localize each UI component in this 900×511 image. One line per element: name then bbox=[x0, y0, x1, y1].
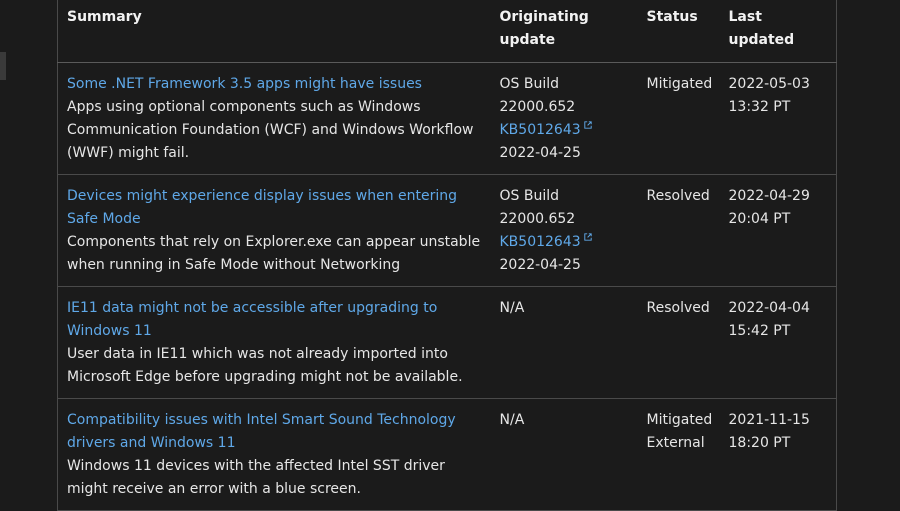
kb-number: KB5012643 bbox=[499, 122, 581, 138]
os-build: OS Build 22000.652 bbox=[499, 76, 576, 115]
updated-date: 2021-11-15 bbox=[728, 412, 810, 428]
external-link-icon bbox=[583, 121, 592, 129]
table-header-row: Summary Originating update Status Last u… bbox=[57, 0, 837, 63]
external-link-icon bbox=[583, 233, 592, 241]
summary-cell: Devices might experience display issues … bbox=[57, 174, 491, 287]
os-build: N/A bbox=[499, 300, 525, 316]
updated-time: 20:04 PT bbox=[728, 211, 791, 227]
issue-title-link[interactable]: Some .NET Framework 3.5 apps might have … bbox=[67, 73, 487, 96]
release-date: 2022-04-25 bbox=[499, 145, 581, 161]
updated-time: 18:20 PT bbox=[728, 435, 791, 451]
last-updated-cell: 2022-04-04 15:42 PT bbox=[719, 286, 837, 399]
status-cell: Resolved bbox=[637, 174, 720, 287]
known-issues-table-container: Summary Originating update Status Last u… bbox=[57, 0, 837, 511]
issue-description: Windows 11 devices with the affected Int… bbox=[67, 458, 445, 497]
kb-number: KB5012643 bbox=[499, 234, 581, 250]
kb-link[interactable]: KB5012643 bbox=[499, 121, 592, 138]
kb-link[interactable]: KB5012643 bbox=[499, 233, 592, 250]
updated-time: 13:32 PT bbox=[728, 99, 791, 115]
header-status: Status bbox=[637, 0, 720, 63]
side-panel-tab[interactable] bbox=[0, 52, 6, 80]
issue-description: Components that rely on Explorer.exe can… bbox=[67, 234, 481, 273]
issue-title-link[interactable]: Devices might experience display issues … bbox=[67, 185, 487, 231]
last-updated-cell: 2021-11-15 18:20 PT bbox=[719, 398, 837, 511]
os-build: OS Build 22000.652 bbox=[499, 188, 576, 227]
issue-description: User data in IE11 which was not already … bbox=[67, 346, 463, 385]
originating-update-cell: N/A bbox=[490, 398, 638, 511]
last-updated-cell: 2022-05-03 13:32 PT bbox=[719, 62, 837, 175]
status-cell: Mitigated bbox=[637, 62, 720, 175]
release-date: 2022-04-25 bbox=[499, 257, 581, 273]
table-row: IE11 data might not be accessible after … bbox=[57, 286, 837, 399]
summary-cell: IE11 data might not be accessible after … bbox=[57, 286, 491, 399]
header-last-updated: Last updated bbox=[719, 0, 837, 63]
issue-description: Apps using optional components such as W… bbox=[67, 99, 474, 161]
originating-update-cell: OS Build 22000.652 KB5012643 2022-04-25 bbox=[490, 62, 638, 175]
status-cell: Resolved bbox=[637, 286, 720, 399]
updated-date: 2022-04-29 bbox=[728, 188, 810, 204]
os-build: N/A bbox=[499, 412, 525, 428]
updated-date: 2022-04-04 bbox=[728, 300, 810, 316]
updated-time: 15:42 PT bbox=[728, 323, 791, 339]
table-row: Devices might experience display issues … bbox=[57, 174, 837, 287]
header-summary: Summary bbox=[57, 0, 491, 63]
updated-date: 2022-05-03 bbox=[728, 76, 810, 92]
originating-update-cell: N/A bbox=[490, 286, 638, 399]
summary-cell: Some .NET Framework 3.5 apps might have … bbox=[57, 62, 491, 175]
header-originating-update: Originating update bbox=[490, 0, 638, 63]
originating-update-cell: OS Build 22000.652 KB5012643 2022-04-25 bbox=[490, 174, 638, 287]
issue-title-link[interactable]: IE11 data might not be accessible after … bbox=[67, 297, 487, 343]
known-issues-table: Summary Originating update Status Last u… bbox=[57, 0, 837, 511]
summary-cell: Compatibility issues with Intel Smart So… bbox=[57, 398, 491, 511]
status-cell: Mitigated External bbox=[637, 398, 720, 511]
issue-title-link[interactable]: Compatibility issues with Intel Smart So… bbox=[67, 409, 487, 455]
last-updated-cell: 2022-04-29 20:04 PT bbox=[719, 174, 837, 287]
table-row: Some .NET Framework 3.5 apps might have … bbox=[57, 62, 837, 175]
table-row: Compatibility issues with Intel Smart So… bbox=[57, 398, 837, 511]
